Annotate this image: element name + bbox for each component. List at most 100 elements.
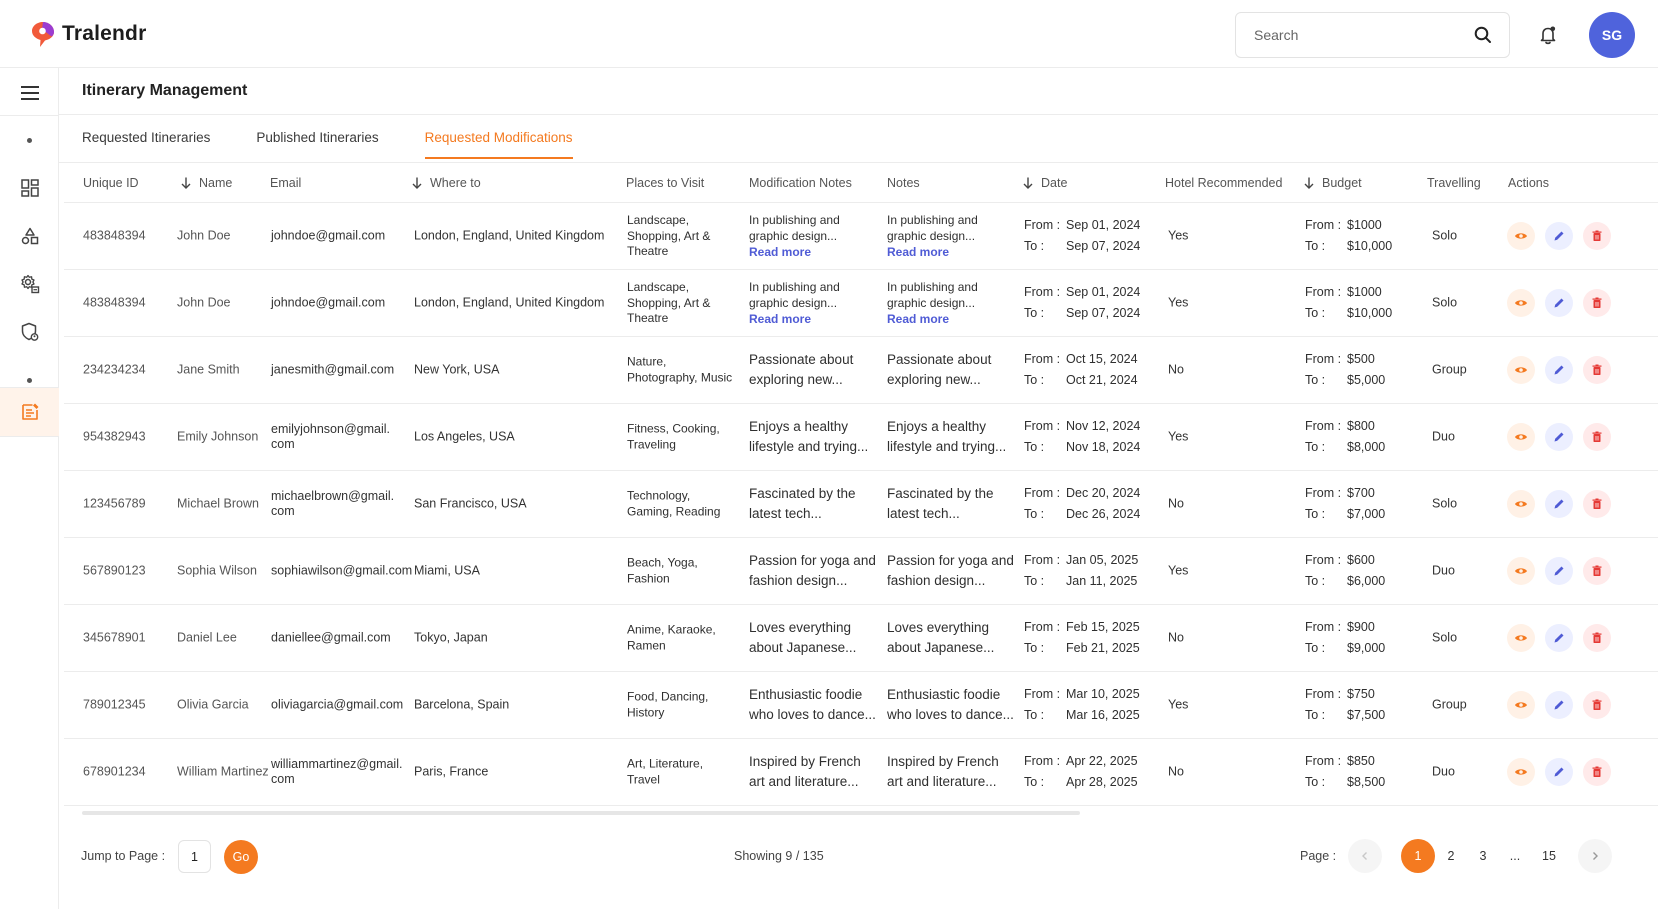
edit-button[interactable]: [1545, 624, 1573, 652]
column-header-email[interactable]: Email: [270, 176, 301, 190]
delete-button[interactable]: [1583, 222, 1611, 250]
view-button[interactable]: [1507, 289, 1535, 317]
dot-icon: [27, 137, 32, 143]
view-button[interactable]: [1507, 356, 1535, 384]
read-more-link[interactable]: Read more: [887, 311, 1017, 327]
page-2-button[interactable]: 2: [1434, 839, 1468, 873]
tab-published-itineraries[interactable]: Published Itineraries: [256, 130, 378, 159]
view-button[interactable]: [1507, 624, 1535, 652]
view-button[interactable]: [1507, 691, 1535, 719]
cell-hotel: Yes: [1168, 228, 1189, 243]
search-input[interactable]: [1254, 27, 1473, 43]
pencil-icon: [1554, 231, 1564, 241]
table-row: 123456789 Michael Brown michaelbrown@gma…: [64, 471, 1658, 538]
avatar[interactable]: SG: [1589, 12, 1635, 58]
tab-requested-itineraries[interactable]: Requested Itineraries: [82, 130, 210, 159]
read-more-link[interactable]: Read more: [749, 244, 879, 260]
edit-button[interactable]: [1545, 289, 1573, 317]
table-row: 678901234 William Martinez williammartin…: [64, 739, 1658, 806]
edit-button[interactable]: [1545, 356, 1573, 384]
column-header-hotel[interactable]: Hotel Recommended: [1165, 176, 1282, 190]
edit-button[interactable]: [1545, 423, 1573, 451]
cell-id: 678901234: [83, 764, 146, 779]
sidebar-item-security[interactable]: [0, 308, 59, 356]
column-header-notes[interactable]: Notes: [887, 176, 920, 190]
view-button[interactable]: [1507, 423, 1535, 451]
view-button[interactable]: [1507, 490, 1535, 518]
view-button[interactable]: [1507, 222, 1535, 250]
search-icon[interactable]: [1473, 25, 1493, 45]
column-header-where-to[interactable]: Where to: [412, 176, 481, 190]
delete-button[interactable]: [1583, 490, 1611, 518]
sidebar-item-itinerary[interactable]: [0, 388, 59, 436]
sidebar-item-dashboard[interactable]: [0, 164, 59, 212]
tab-requested-modifications[interactable]: Requested Modifications: [424, 130, 573, 159]
column-header-id[interactable]: Unique ID: [83, 176, 139, 190]
cell-notes: Inspired by French art and literature...: [887, 752, 1017, 792]
jump-to-page-input[interactable]: [178, 840, 211, 873]
logo[interactable]: Tralendr: [30, 20, 146, 48]
notification-bell-icon[interactable]: [1537, 24, 1559, 46]
table-row: 789012345 Olivia Garcia oliviagarcia@gma…: [64, 672, 1658, 739]
delete-button[interactable]: [1583, 356, 1611, 384]
cell-hotel: Yes: [1168, 563, 1189, 578]
edit-button[interactable]: [1545, 222, 1573, 250]
column-header-modification-notes[interactable]: Modification Notes: [749, 176, 852, 190]
date-from: Dec 20, 2024: [1066, 486, 1141, 500]
edit-button[interactable]: [1545, 758, 1573, 786]
from-label: From :: [1305, 419, 1342, 433]
cell-id: 954382943: [83, 429, 146, 444]
view-button[interactable]: [1507, 557, 1535, 585]
trash-icon: [1592, 431, 1602, 442]
column-header-date[interactable]: Date: [1023, 176, 1067, 190]
sort-arrow-icon: [1023, 177, 1033, 189]
column-header-budget[interactable]: Budget: [1304, 176, 1362, 190]
cell-modification-notes: In publishing and graphic design... Read…: [749, 279, 879, 327]
column-header-travelling[interactable]: Travelling: [1427, 176, 1481, 190]
to-label: To :: [1305, 641, 1326, 655]
search-box[interactable]: [1235, 12, 1510, 58]
page-1-button[interactable]: 1: [1401, 839, 1435, 873]
cell-notes: In publishing and graphic design... Read…: [887, 279, 1017, 327]
cell-places: Landscape, Shopping, Art & Theatre: [627, 212, 711, 258]
read-more-link[interactable]: Read more: [887, 244, 1017, 260]
horizontal-scrollbar[interactable]: [82, 811, 1080, 815]
delete-button[interactable]: [1583, 557, 1611, 585]
to-label: To :: [1024, 641, 1045, 655]
cell-modification-notes: Enjoys a healthy lifestyle and trying...: [749, 417, 879, 457]
prev-page-button[interactable]: [1348, 839, 1382, 873]
sidebar-menu-toggle[interactable]: [0, 69, 59, 117]
edit-button[interactable]: [1545, 490, 1573, 518]
edit-button[interactable]: [1545, 691, 1573, 719]
budget-to: $6,000: [1347, 574, 1386, 588]
next-page-button[interactable]: [1578, 839, 1612, 873]
cell-where-to: London, England, United Kingdom: [414, 295, 605, 310]
column-header-name[interactable]: Name: [181, 176, 232, 190]
jump-to-page-label: Jump to Page :: [81, 849, 166, 863]
page-15-button[interactable]: 15: [1532, 839, 1566, 873]
view-button[interactable]: [1507, 758, 1535, 786]
date-from: Feb 15, 2025: [1066, 620, 1140, 634]
edit-button[interactable]: [1545, 557, 1573, 585]
delete-button[interactable]: [1583, 691, 1611, 719]
page-3-button[interactable]: 3: [1466, 839, 1500, 873]
cell-travelling: Group: [1432, 362, 1467, 377]
modification-notes-text: Enjoys a healthy lifestyle and trying...: [749, 419, 869, 454]
menu-icon: [20, 86, 39, 100]
sidebar-item-dot[interactable]: [0, 116, 59, 164]
cell-date: From : Nov 12, 2024 To : Nov 18, 2024: [1024, 416, 1159, 458]
sidebar-item-settings[interactable]: [0, 260, 59, 308]
pencil-icon: [1554, 365, 1564, 375]
notes-text: Enjoys a healthy lifestyle and trying...: [887, 419, 1007, 454]
delete-button[interactable]: [1583, 624, 1611, 652]
delete-button[interactable]: [1583, 289, 1611, 317]
go-button[interactable]: Go: [224, 840, 258, 874]
cell-notes: Passion for yoga and fashion design...: [887, 551, 1017, 591]
delete-button[interactable]: [1583, 423, 1611, 451]
read-more-link[interactable]: Read more: [749, 311, 879, 327]
cell-id: 483848394: [83, 228, 146, 243]
delete-button[interactable]: [1583, 758, 1611, 786]
sidebar-item-shapes[interactable]: [0, 212, 59, 260]
column-header-places[interactable]: Places to Visit: [626, 176, 704, 190]
budget-to: $10,000: [1347, 239, 1393, 253]
